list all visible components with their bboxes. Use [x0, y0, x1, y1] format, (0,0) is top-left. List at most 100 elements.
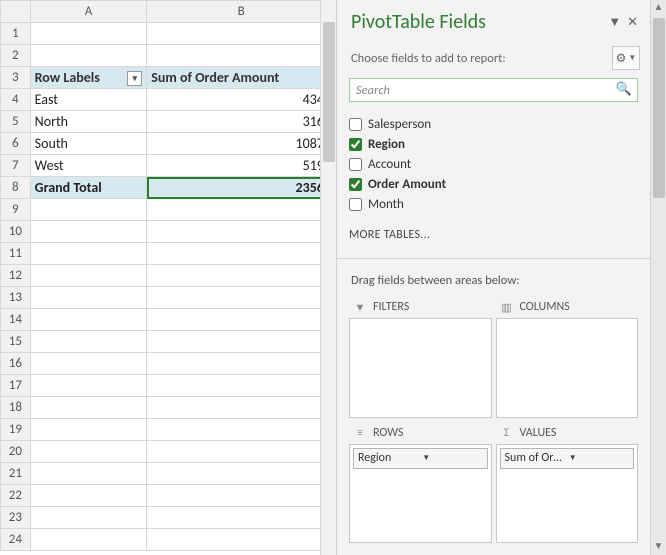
column-header[interactable]: B	[147, 1, 336, 23]
cell[interactable]: Sum of Order Amount	[147, 67, 336, 89]
row-header[interactable]: 24	[1, 529, 31, 551]
cell[interactable]: South	[30, 133, 147, 155]
field-item[interactable]: Order Amount	[349, 174, 638, 194]
close-icon[interactable]: ✕	[627, 15, 638, 30]
select-all-corner[interactable]	[1, 1, 31, 23]
field-checkbox[interactable]	[349, 118, 362, 131]
cell[interactable]: 5190	[147, 155, 336, 177]
row-header[interactable]: 21	[1, 463, 31, 485]
row-header[interactable]: 23	[1, 507, 31, 529]
scroll-down-arrow[interactable]: ▼	[651, 539, 666, 555]
cell[interactable]	[30, 507, 147, 529]
scrollbar-thumb[interactable]	[323, 22, 335, 162]
row-header[interactable]: 1	[1, 23, 31, 45]
cell[interactable]	[147, 353, 336, 375]
cell[interactable]	[30, 265, 147, 287]
row-header[interactable]: 13	[1, 287, 31, 309]
cell[interactable]	[147, 45, 336, 67]
cell[interactable]	[147, 375, 336, 397]
cell[interactable]	[30, 529, 147, 551]
cell[interactable]	[30, 23, 147, 45]
cell[interactable]: Row Labels▾	[30, 67, 147, 89]
filters-dropzone[interactable]	[349, 318, 492, 418]
row-header[interactable]: 22	[1, 485, 31, 507]
cell[interactable]: 3160	[147, 111, 336, 133]
cell[interactable]	[147, 287, 336, 309]
row-header[interactable]: 15	[1, 331, 31, 353]
row-header[interactable]: 10	[1, 221, 31, 243]
cell[interactable]	[30, 331, 147, 353]
cell[interactable]	[30, 45, 147, 67]
pane-settings-button[interactable]: ⚙ ▼	[612, 46, 640, 70]
values-dropzone[interactable]: Sum of Order Amo...▼	[496, 444, 639, 544]
cell[interactable]	[30, 287, 147, 309]
area-field-chip[interactable]: Sum of Order Amo...▼	[500, 448, 635, 469]
cell[interactable]: 4340	[147, 89, 336, 111]
row-header[interactable]: 11	[1, 243, 31, 265]
row-header[interactable]: 16	[1, 353, 31, 375]
field-item[interactable]: Account	[349, 154, 638, 174]
columns-dropzone[interactable]	[496, 318, 639, 418]
field-item[interactable]: Region	[349, 134, 638, 154]
cell[interactable]: Grand Total	[30, 177, 147, 199]
active-cell[interactable]: 23565	[147, 177, 336, 199]
row-header[interactable]: 17	[1, 375, 31, 397]
field-search-input[interactable]	[349, 78, 638, 102]
cell[interactable]	[30, 353, 147, 375]
row-header[interactable]: 9	[1, 199, 31, 221]
cell[interactable]	[147, 331, 336, 353]
cell[interactable]	[147, 265, 336, 287]
area-field-chip[interactable]: Region▼	[353, 448, 488, 469]
row-header[interactable]: 20	[1, 441, 31, 463]
cell[interactable]	[147, 441, 336, 463]
field-checkbox[interactable]	[349, 138, 362, 151]
row-header[interactable]: 12	[1, 265, 31, 287]
scroll-up-arrow[interactable]: ▲	[651, 0, 666, 16]
row-header[interactable]: 18	[1, 397, 31, 419]
cell[interactable]	[30, 419, 147, 441]
rows-dropzone[interactable]: Region▼	[349, 444, 492, 544]
cell[interactable]	[147, 485, 336, 507]
cell[interactable]	[30, 199, 147, 221]
cell[interactable]	[147, 463, 336, 485]
cell[interactable]	[30, 463, 147, 485]
field-item[interactable]: Month	[349, 194, 638, 214]
column-header[interactable]: A	[30, 1, 147, 23]
row-header[interactable]: 3	[1, 67, 31, 89]
cell[interactable]	[30, 485, 147, 507]
cell[interactable]	[147, 221, 336, 243]
row-header[interactable]: 5	[1, 111, 31, 133]
pane-vertical-scrollbar[interactable]: ▲ ▼	[650, 0, 666, 555]
scrollbar-thumb[interactable]	[653, 18, 665, 198]
row-labels-filter-button[interactable]: ▾	[127, 71, 142, 86]
field-checkbox[interactable]	[349, 158, 362, 171]
cell[interactable]	[147, 199, 336, 221]
cell[interactable]	[147, 397, 336, 419]
cell[interactable]	[30, 397, 147, 419]
row-header[interactable]: 6	[1, 133, 31, 155]
row-header[interactable]: 2	[1, 45, 31, 67]
cell[interactable]	[147, 507, 336, 529]
cell[interactable]	[147, 23, 336, 45]
cell[interactable]	[147, 309, 336, 331]
cell[interactable]: West	[30, 155, 147, 177]
cell[interactable]: East	[30, 89, 147, 111]
cell[interactable]: North	[30, 111, 147, 133]
row-header[interactable]: 7	[1, 155, 31, 177]
row-header[interactable]: 4	[1, 89, 31, 111]
row-header[interactable]: 8	[1, 177, 31, 199]
cell[interactable]	[147, 419, 336, 441]
cell[interactable]	[30, 309, 147, 331]
field-checkbox[interactable]	[349, 198, 362, 211]
row-header[interactable]: 19	[1, 419, 31, 441]
grid-vertical-scrollbar[interactable]	[320, 0, 336, 555]
cell[interactable]: 10875	[147, 133, 336, 155]
cell[interactable]	[147, 243, 336, 265]
spreadsheet-grid[interactable]: AB123Row Labels▾Sum of Order Amount4East…	[0, 0, 336, 551]
more-tables-link[interactable]: MORE TABLES...	[337, 220, 650, 254]
cell[interactable]	[30, 441, 147, 463]
field-checkbox[interactable]	[349, 178, 362, 191]
field-item[interactable]: Salesperson	[349, 114, 638, 134]
cell[interactable]	[30, 243, 147, 265]
row-header[interactable]: 14	[1, 309, 31, 331]
